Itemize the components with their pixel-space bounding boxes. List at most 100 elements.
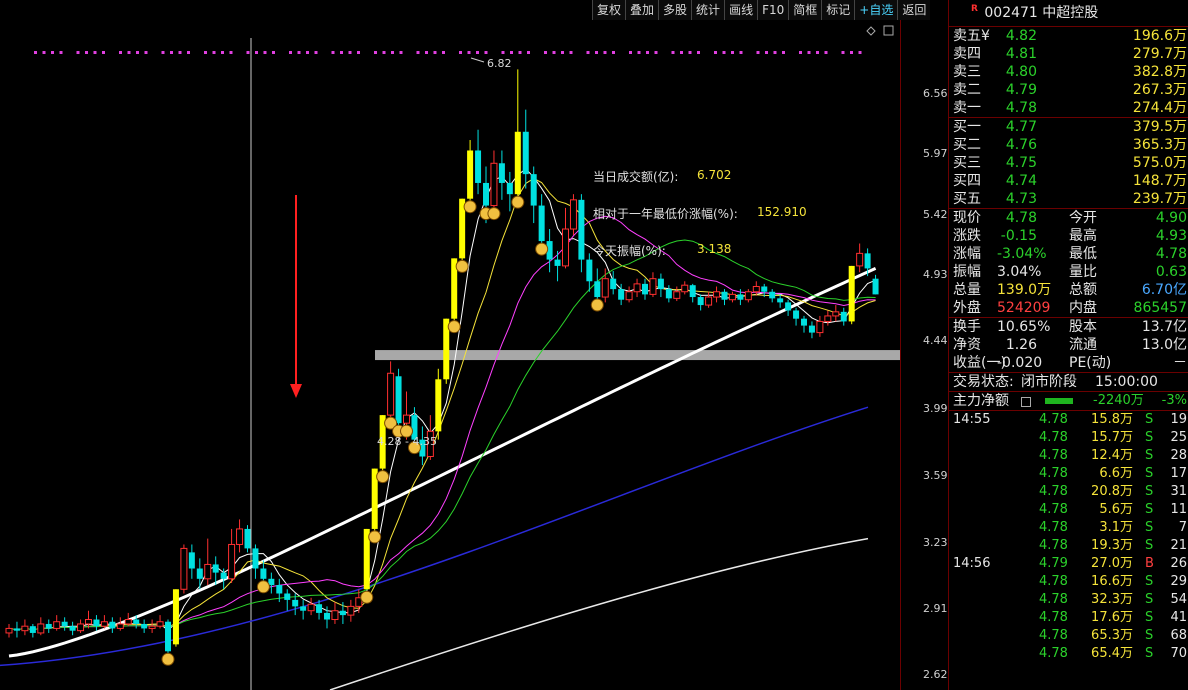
- tick-volume: 65.4万: [1091, 646, 1133, 661]
- candle-body: [705, 296, 713, 306]
- high-price-label: 6.82: [487, 57, 512, 70]
- signal-marker: [187, 51, 190, 54]
- stat-row: 换手 10.65% 股本 13.7亿: [949, 318, 1188, 336]
- stat-row: 收益(一) -0.020 PE(动) －: [949, 354, 1188, 372]
- signal-marker: [255, 51, 258, 54]
- signal-marker: [807, 51, 811, 54]
- kline-chart-area[interactable]: 复权 叠加 多股 统计 画线 F10 简框 标记 +自选 返回 6.82 4.28 - 4.35 6…: [0, 0, 948, 690]
- tick-row: 4.78 6.6万 S 17: [949, 465, 1188, 483]
- toolbar-button[interactable]: F10: [757, 0, 788, 20]
- candle-body: [744, 291, 752, 301]
- stat-value: 3.04%: [997, 264, 1042, 280]
- ask-row[interactable]: 卖一 4.78 274.4万: [949, 99, 1188, 117]
- candle-body: [347, 605, 355, 616]
- ask-volume: 196.6万: [1132, 28, 1187, 44]
- stat-label: 现价: [953, 210, 981, 226]
- diamond-icon[interactable]: [866, 26, 876, 36]
- signal-marker: [484, 51, 488, 54]
- stock-header[interactable]: R 002471 中超控股: [949, 0, 1188, 27]
- signal-marker: [85, 51, 88, 54]
- tick-row: 4.78 20.8万 S 31: [949, 483, 1188, 501]
- ask-row[interactable]: 卖五¥ 4.82 196.6万: [949, 27, 1188, 45]
- signal-marker: [34, 51, 37, 54]
- tick-count: 28: [1170, 448, 1187, 463]
- ask-row[interactable]: 卖二 4.79 267.3万: [949, 81, 1188, 99]
- candle-body: [538, 205, 545, 242]
- bid-row[interactable]: 买一 4.77 379.5万: [949, 118, 1188, 136]
- candle-body: [13, 628, 20, 631]
- tick-time: 14:56: [953, 556, 991, 571]
- tick-side: S: [1145, 448, 1154, 463]
- tick-row: 4.78 32.3万 S 54: [949, 591, 1188, 609]
- toolbar-button[interactable]: 返回: [897, 0, 930, 20]
- bid-row[interactable]: 买五 4.73 239.7万: [949, 190, 1188, 208]
- money-bag-icon: [487, 207, 501, 221]
- bid-row[interactable]: 买三 4.75 575.0万: [949, 154, 1188, 172]
- toolbar-button[interactable]: 多股: [658, 0, 691, 20]
- candle-body: [228, 543, 236, 580]
- bid-row[interactable]: 买二 4.76 365.3万: [949, 136, 1188, 154]
- signal-marker: [76, 51, 80, 54]
- signal-marker: [467, 51, 471, 54]
- bid-label: 买五: [953, 191, 981, 207]
- bid-row[interactable]: 买四 4.74 148.7万: [949, 172, 1188, 190]
- candle-body: [681, 284, 689, 293]
- tick-row: 4.78 5.6万 S 11: [949, 501, 1188, 519]
- tick-side: S: [1145, 574, 1154, 589]
- stat-row: 涨跌 -0.15 最高 4.93: [949, 227, 1188, 245]
- tick-price: 4.78: [1039, 592, 1068, 607]
- tick-list[interactable]: 14:55 4.78 15.8万 S 19 4.78 15.7万 S 25 4.78 12.4万 S 2…: [949, 411, 1188, 663]
- tick-count: 19: [1170, 412, 1187, 427]
- signal-marker: [314, 51, 318, 54]
- kline-chart[interactable]: 6.82 4.28 - 4.35: [0, 20, 900, 690]
- toolbar-button[interactable]: 简框: [788, 0, 821, 20]
- ask-label: 卖五¥: [953, 28, 990, 44]
- window-icon[interactable]: [883, 25, 894, 36]
- turnover-value: 6.702: [697, 168, 732, 182]
- stat-value: 524209: [997, 300, 1051, 316]
- candle-body: [109, 621, 116, 629]
- money-bag-icon: [455, 259, 469, 273]
- chart-toolbar: 复权 叠加 多股 统计 画线 F10 简框 标记 +自选 返回: [592, 0, 931, 20]
- signal-marker: [637, 51, 641, 54]
- tick-volume: 6.6万: [1099, 466, 1133, 481]
- tick-side: S: [1145, 484, 1154, 499]
- signal-marker: [552, 51, 556, 54]
- ask-row[interactable]: 卖三 4.80 382.8万: [949, 63, 1188, 81]
- tick-row: 14:56 4.79 27.0万 B 26: [949, 555, 1188, 573]
- toolbar-button[interactable]: 统计: [691, 0, 724, 20]
- tick-side: B: [1145, 556, 1154, 571]
- toolbar-button[interactable]: 标记: [821, 0, 854, 20]
- signal-marker: [510, 51, 513, 54]
- stat-value: 4.78: [1155, 246, 1187, 262]
- tick-volume: 5.6万: [1099, 502, 1133, 517]
- price-axis-label: 3.99: [923, 401, 948, 415]
- tick-count: 68: [1170, 628, 1187, 643]
- candle-body: [236, 528, 244, 545]
- stat-value: 13.7亿: [1141, 319, 1187, 335]
- stat-label: 最低: [1069, 246, 1097, 262]
- trade-status-label: 交易状态:: [953, 374, 1014, 390]
- main-flow-pct: -3%: [1161, 393, 1187, 408]
- toolbar-button[interactable]: 叠加: [625, 0, 658, 20]
- stat-value: 4.93: [1155, 228, 1187, 244]
- toolbar-button[interactable]: 画线: [724, 0, 757, 20]
- tick-count: 17: [1170, 466, 1187, 481]
- candle-body: [124, 619, 132, 625]
- quote-panel: R 002471 中超控股 卖五¥ 4.82 196.6万 卖四 4.81 279.7万卖…: [948, 0, 1188, 690]
- candle-body: [498, 163, 505, 183]
- candle-body: [475, 150, 482, 183]
- candle-body: [848, 265, 855, 322]
- candle-body: [220, 572, 227, 579]
- tick-side: S: [1145, 538, 1154, 553]
- toolbar-button[interactable]: 复权: [592, 0, 625, 20]
- candle-body: [864, 253, 871, 269]
- signal-marker: [127, 51, 131, 54]
- signal-marker: [850, 51, 853, 54]
- candle-body: [284, 593, 291, 600]
- toolbar-button[interactable]: +自选: [854, 0, 897, 20]
- stat-label: 净资: [953, 337, 981, 353]
- menu-icon[interactable]: [1021, 397, 1031, 407]
- band-label: 4.28 - 4.35: [377, 435, 437, 448]
- ask-row[interactable]: 卖四 4.81 279.7万: [949, 45, 1188, 63]
